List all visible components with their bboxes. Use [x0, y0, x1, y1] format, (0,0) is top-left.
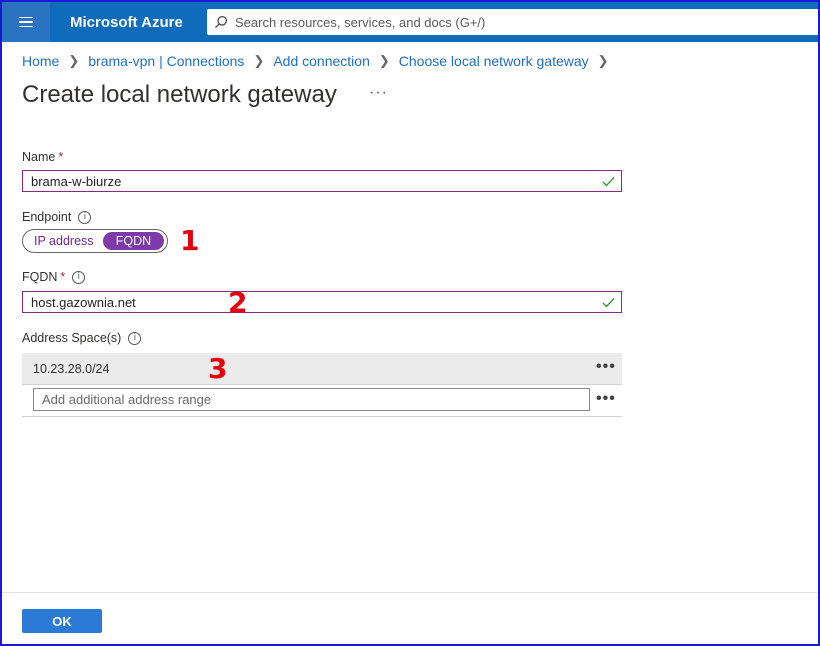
window-frame: Microsoft Azure Search resources, servic… [0, 0, 820, 646]
annotation-marker-2: 2 [228, 286, 248, 319]
brand-title[interactable]: Microsoft Azure [50, 14, 208, 31]
name-value: brama-w-biurze [31, 173, 122, 189]
endpoint-label-text: Endpoint [22, 210, 72, 224]
add-address-row: Add additional address range [22, 384, 622, 417]
fqdn-value: host.gazownia.net [31, 294, 136, 310]
endpoint-label: Endpoint i [22, 210, 92, 224]
valid-check-icon [602, 296, 615, 311]
valid-check-icon [602, 175, 615, 190]
add-address-range-input[interactable]: Add additional address range [33, 388, 590, 411]
fqdn-field[interactable]: host.gazownia.net [22, 291, 622, 313]
ok-button[interactable]: OK [22, 609, 102, 633]
breadcrumb-add-connection[interactable]: Add connection [273, 53, 370, 69]
footer-divider [2, 592, 818, 593]
name-label-text: Name [22, 150, 56, 164]
address-space-value: 10.23.28.0/24 [33, 361, 110, 376]
address-space-label: Address Space(s) i [22, 331, 142, 345]
name-field[interactable]: brama-w-biurze [22, 170, 622, 192]
annotation-marker-1: 1 [180, 224, 200, 257]
annotation-marker-3: 3 [208, 352, 228, 385]
info-icon[interactable]: i [78, 210, 92, 224]
address-space-label-text: Address Space(s) [22, 331, 122, 345]
breadcrumb: Home ❯ brama-vpn | Connections ❯ Add con… [22, 53, 618, 69]
chevron-right-icon: ❯ [597, 53, 609, 68]
search-placeholder: Search resources, services, and docs (G+… [235, 14, 486, 30]
chevron-right-icon: ❯ [378, 53, 390, 68]
portal-menu-button[interactable] [2, 2, 50, 42]
endpoint-option-fqdn[interactable]: FQDN [102, 232, 164, 250]
search-icon [207, 15, 235, 29]
more-options-button[interactable]: ··· [369, 84, 388, 102]
endpoint-option-ip-address[interactable]: IP address [23, 234, 103, 248]
fqdn-label: FQDN * i [22, 270, 86, 284]
info-icon[interactable]: i [72, 270, 86, 284]
endpoint-toggle[interactable]: IP address FQDN [22, 229, 168, 253]
add-row-more-button[interactable]: ••• [596, 390, 616, 408]
name-label: Name * [22, 150, 63, 164]
breadcrumb-connections[interactable]: brama-vpn | Connections [88, 53, 244, 69]
add-address-placeholder: Add additional address range [42, 392, 212, 407]
breadcrumb-choose-gateway[interactable]: Choose local network gateway [399, 53, 589, 69]
global-search-input[interactable]: Search resources, services, and docs (G+… [207, 9, 818, 35]
page-title: Create local network gateway [22, 81, 337, 108]
required-marker: * [58, 150, 64, 164]
row-more-button[interactable]: ••• [596, 358, 616, 376]
hamburger-icon [19, 16, 33, 28]
chevron-right-icon: ❯ [68, 53, 80, 68]
fqdn-label-text: FQDN [22, 270, 58, 284]
chevron-right-icon: ❯ [253, 53, 265, 68]
breadcrumb-home[interactable]: Home [22, 53, 59, 69]
info-icon[interactable]: i [128, 331, 142, 345]
address-space-row[interactable]: 10.23.28.0/24 [22, 353, 622, 385]
top-bar: Microsoft Azure Search resources, servic… [2, 2, 818, 42]
required-marker: * [60, 270, 66, 284]
